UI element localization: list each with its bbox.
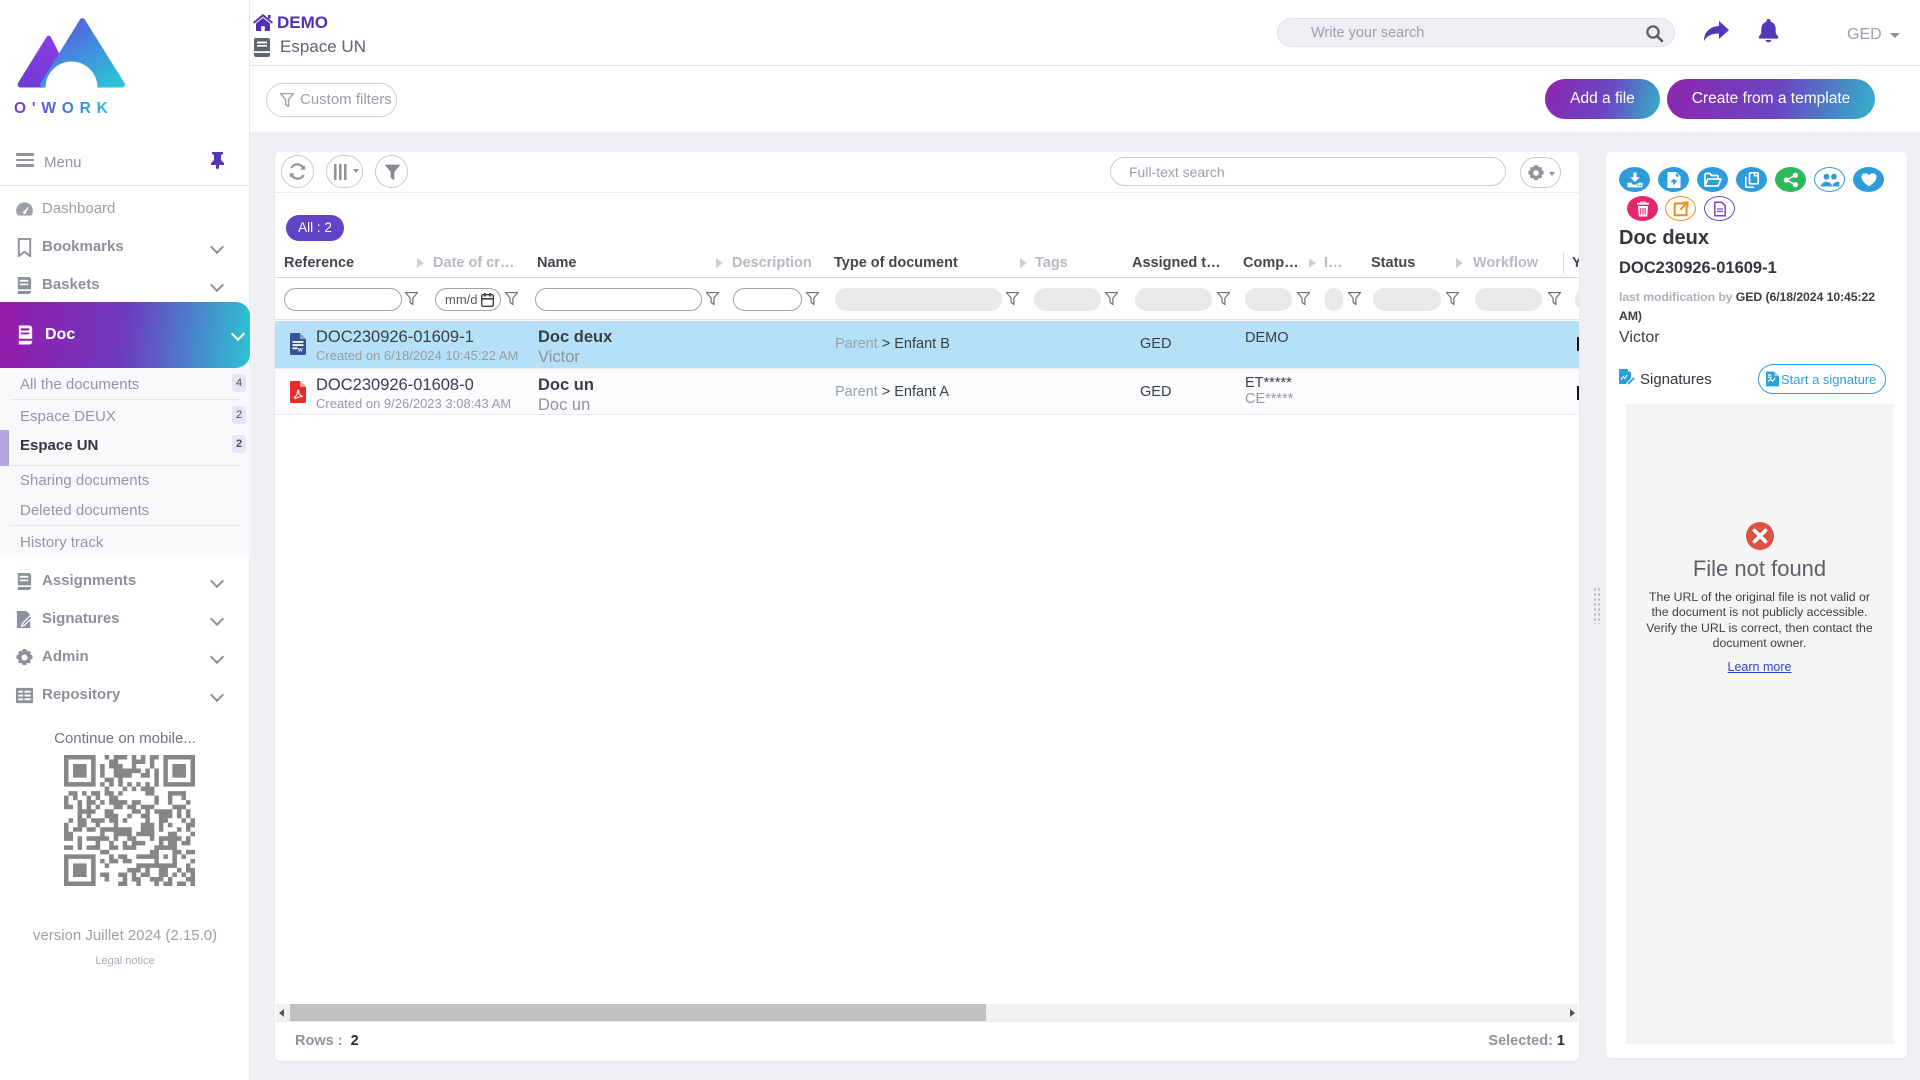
svg-text:O'WORK: O'WORK — [14, 100, 114, 115]
svg-text:w: w — [297, 348, 303, 354]
